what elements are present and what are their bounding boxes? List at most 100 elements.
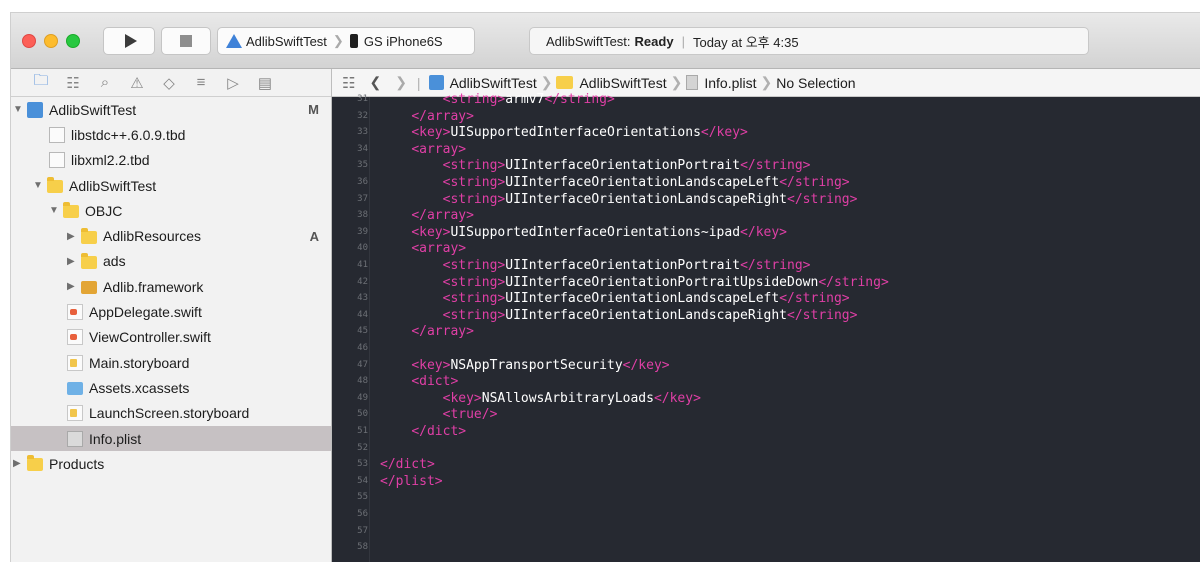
- xml-tag: </string>: [544, 92, 615, 107]
- disclosure-open-icon[interactable]: ▼: [49, 205, 63, 216]
- xml-tag: </key>: [740, 224, 788, 240]
- code-line: <string>UIInterfaceOrientationPortrait</…: [380, 258, 811, 274]
- xml-tag: <string>: [442, 274, 506, 290]
- tree-item-selected[interactable]: Info.plist: [11, 425, 331, 452]
- tree-item-label: ViewController.swift: [89, 329, 211, 346]
- back-button[interactable]: ❮: [369, 74, 381, 91]
- hierarchy-icon[interactable]: ☷: [57, 71, 89, 95]
- jumpbar-selection[interactable]: No Selection: [776, 75, 855, 91]
- disclosure-open-icon[interactable]: ▼: [13, 104, 27, 115]
- stop-button[interactable]: [161, 27, 211, 55]
- xml-tag: <array>: [411, 241, 467, 257]
- code-line: <string>UIInterfaceOrientationLandscapeR…: [380, 191, 858, 208]
- xml-tag: </key>: [653, 390, 701, 406]
- tree-item[interactable]: Main.storyboard: [11, 350, 331, 375]
- tree-item[interactable]: ▶ AdlibResources A: [11, 223, 331, 248]
- line-number: 50: [357, 409, 368, 420]
- tree-item[interactable]: ViewController.swift: [11, 325, 331, 350]
- jumpbar-file[interactable]: Info.plist: [704, 75, 756, 91]
- tree-item[interactable]: ▶ ads: [11, 249, 331, 274]
- swift-file-icon: [67, 329, 83, 346]
- line-number: 45: [357, 326, 368, 337]
- xml-tag: <key>: [411, 224, 451, 240]
- line-number: 35: [357, 160, 368, 171]
- tree-item[interactable]: AppDelegate.swift: [11, 299, 331, 324]
- code-line: <string>UIInterfaceOrientationPortrait</…: [380, 158, 811, 174]
- line-number: 37: [357, 193, 368, 204]
- xml-tag: <string>: [442, 191, 506, 207]
- xml-text: UIInterfaceOrientationLandscapeRight: [505, 307, 788, 323]
- line-number: 36: [357, 177, 368, 187]
- disclosure-closed-icon[interactable]: ▶: [67, 256, 81, 267]
- plist-file-icon: [686, 75, 699, 90]
- disclosure-closed-icon[interactable]: ▶: [67, 281, 81, 292]
- debug-icon[interactable]: ≡: [185, 71, 217, 95]
- minimize-window-button[interactable]: [44, 34, 58, 48]
- chevron-right-icon: ❯: [540, 74, 553, 90]
- tree-item[interactable]: libxml2.2.tbd: [11, 148, 331, 173]
- warning-icon[interactable]: ⚠: [121, 71, 153, 95]
- code-line: <string>armv7</string>: [380, 92, 615, 108]
- tree-item[interactable]: Assets.xcassets: [11, 375, 331, 400]
- xml-text: armv7: [505, 92, 545, 107]
- line-number: 52: [357, 442, 368, 453]
- disclosure-open-icon[interactable]: ▼: [33, 180, 47, 191]
- tree-item-label: LaunchScreen.storyboard: [89, 405, 250, 422]
- source-editor[interactable]: 31 32 33 34 35 36 37 38 39 40 41 42 43 44 45 46 47 48 49 50…: [332, 92, 1200, 562]
- related-items-icon[interactable]: ☷: [342, 74, 355, 92]
- folder-icon[interactable]: 🗀: [25, 71, 57, 95]
- jumpbar-project[interactable]: AdlibSwiftTest: [450, 75, 537, 91]
- disclosure-closed-icon[interactable]: ▶: [67, 231, 81, 242]
- tree-item[interactable]: ▼ AdlibSwiftTest: [11, 173, 331, 198]
- tree-item[interactable]: ▼ OBJC: [11, 198, 331, 223]
- project-icon: [27, 101, 43, 118]
- zoom-window-button[interactable]: [66, 34, 80, 48]
- tree-item-label: Adlib.framework: [103, 278, 204, 295]
- scheme-selector[interactable]: AdlibSwiftTest ❯ GS iPhone6S: [217, 27, 475, 55]
- code-line: </dict>: [380, 424, 466, 440]
- line-number: 38: [357, 210, 368, 221]
- close-window-button[interactable]: [22, 34, 36, 48]
- project-navigator: 🗀 ☷ ⌕ ⚠ ◇ ≡ ▷ ▤ ▼ AdlibSwiftTest M libst…: [11, 69, 332, 562]
- tree-item[interactable]: ▼ AdlibSwiftTest M: [11, 97, 331, 122]
- test-icon[interactable]: ◇: [153, 71, 185, 95]
- activity-status: AdlibSwiftTest: Ready | Today at 오후 4:35: [529, 27, 1089, 55]
- line-number: 48: [357, 376, 368, 387]
- chevron-right-icon: ❯: [670, 74, 683, 90]
- search-icon[interactable]: ⌕: [89, 71, 121, 95]
- folder-icon: [63, 202, 79, 219]
- line-number: 42: [357, 276, 368, 287]
- tree-item[interactable]: LaunchScreen.storyboard: [11, 401, 331, 426]
- code-line: <string>UIInterfaceOrientationLandscapeL…: [380, 291, 850, 307]
- status-project: AdlibSwiftTest:: [546, 33, 631, 49]
- forward-button[interactable]: ❯: [395, 74, 407, 91]
- xml-tag: </string>: [787, 307, 858, 323]
- run-button[interactable]: [103, 27, 155, 55]
- report-icon[interactable]: ▤: [249, 71, 281, 95]
- tree-item-label: AdlibResources: [103, 228, 202, 245]
- breakpoint-icon[interactable]: ▷: [217, 71, 249, 95]
- tree-item-label: OBJC: [85, 202, 123, 219]
- disclosure-closed-icon[interactable]: ▶: [13, 458, 27, 469]
- tree-item[interactable]: ▶ Adlib.framework: [11, 274, 331, 299]
- xml-tag: </string>: [787, 191, 858, 207]
- tree-item-label: AppDelegate.swift: [89, 304, 202, 321]
- xml-tag: <string>: [442, 258, 506, 273]
- tree-item[interactable]: libstdc++.6.0.9.tbd: [11, 122, 331, 147]
- xml-text: UISupportedInterfaceOrientations~ipad: [450, 224, 741, 240]
- tree-item[interactable]: ▶ Products: [11, 451, 331, 476]
- tree-item-label: Products: [49, 455, 105, 472]
- jumpbar-group[interactable]: AdlibSwiftTest: [579, 75, 666, 91]
- xcode-window: AdlibSwiftTest ❯ GS iPhone6S AdlibSwiftT…: [10, 12, 1200, 562]
